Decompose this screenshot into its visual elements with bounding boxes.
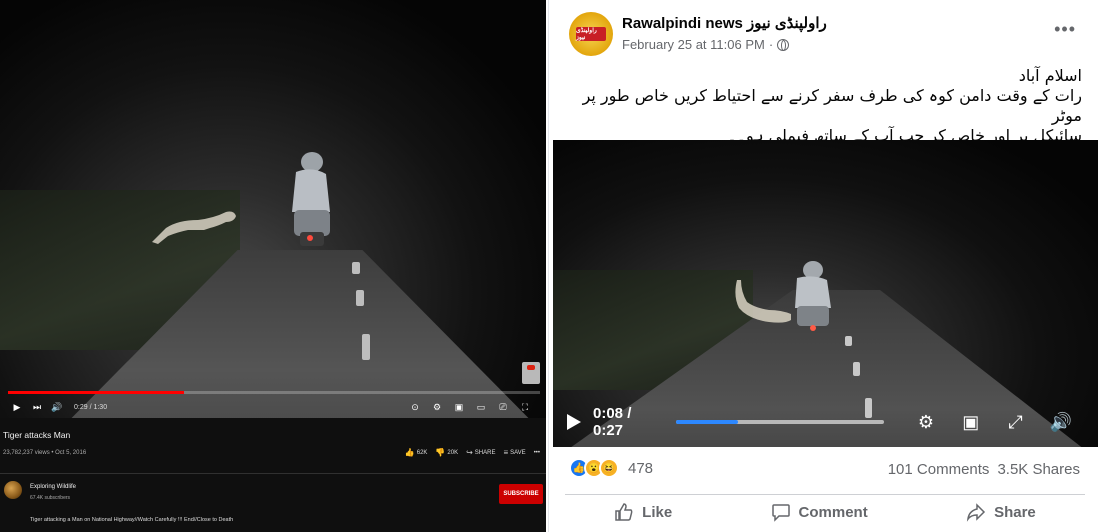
video-time: 0:08 / 0:27 [593,405,632,439]
thumbs-up-icon: 👍 [404,448,415,457]
post-meta: February 25 at 11:06 PM · [622,37,790,52]
globe-icon[interactable] [777,38,790,51]
video-title: Tiger attacks Man [3,430,71,440]
meta-separator: · [768,37,774,52]
video-progress-fill [8,391,184,394]
comment-button[interactable]: Comment [771,502,868,522]
share-label: SHARE [474,449,496,456]
share-arrow-icon: ↪ [466,448,473,457]
reactions-summary[interactable]: 👍 😮 😆 478 [569,458,653,478]
like-count: 62K [416,449,428,456]
motorcycle-rider [292,152,330,246]
youtube-video-player[interactable]: ▶ ⏭ 🔊 0:29 / 1:30 ⊙ ⚙ ▣ ▭ ⎚ ⛶ [0,0,546,418]
comment-count-link[interactable]: 101 Comments [888,461,990,478]
miniplayer-icon[interactable]: ▣ [452,400,466,414]
facebook-video-player[interactable]: 0:08 / 0:27 ⚙ ▣ ⤢ 🔊 [553,140,1098,447]
video-controls: 0:08 / 0:27 ⚙ ▣ ⤢ 🔊 [553,397,1098,447]
cast-icon[interactable]: ⎚ [496,400,510,414]
post-actions: Like Comment Share [565,502,1085,522]
share-label: Share [994,503,1036,521]
share-button[interactable]: Share [966,502,1036,522]
save-label: SAVE [510,449,526,456]
haha-reaction-icon: 😆 [599,458,619,478]
road-marking [362,334,370,360]
picture-in-picture-icon[interactable]: ▣ [960,411,981,433]
video-progress-bar[interactable] [675,420,884,424]
dislike-button[interactable]: 👎 20K [435,448,458,457]
fullscreen-icon[interactable]: ⛶ [518,400,532,414]
divider [565,494,1085,495]
comment-label: Comment [798,503,868,521]
engagement-stats: 101 Comments 3.5K Shares [888,461,1080,478]
reaction-count: 478 [628,459,654,477]
video-controls: ▶ ⏭ 🔊 0:29 / 1:30 ⊙ ⚙ ▣ ▭ ⎚ ⛶ [0,396,546,418]
youtube-screenshot: ▶ ⏭ 🔊 0:29 / 1:30 ⊙ ⚙ ▣ ▭ ⎚ ⛶ Tiger atta… [0,0,548,532]
more-actions-button[interactable]: ••• [534,450,540,456]
road-marking [853,362,860,376]
post-text: اسلام آباد رات کے وقت دامن کوہ کی طرف سف… [562,66,1082,146]
next-icon[interactable]: ⏭ [30,400,44,414]
play-icon[interactable] [567,414,581,430]
settings-gear-icon[interactable]: ⚙ [916,411,937,433]
like-button[interactable]: 👍 62K [405,448,428,457]
video-progress-fill [675,420,738,424]
video-progress-bar[interactable] [8,391,540,394]
page-avatar[interactable]: راولپنڈی نیوز [569,12,613,56]
like-label: Like [642,503,673,521]
channel-name[interactable]: Exploring Wildlife [30,484,76,490]
post-text-line: اسلام آباد [1018,66,1082,85]
road-marking [845,336,852,346]
comment-bubble-icon [771,504,790,522]
like-button[interactable]: Like [614,502,672,522]
post-text-line: رات کے وقت دامن کوہ کی طرف سفر کرنے سے ا… [582,86,1082,125]
divider [0,473,546,474]
video-description: Tiger attacking a Man on National Highwa… [30,517,234,523]
video-time: 0:29 / 1:30 [74,403,108,411]
play-icon[interactable]: ▶ [10,400,24,414]
thumbs-up-icon [615,503,633,521]
channel-avatar[interactable] [4,481,22,499]
volume-icon[interactable]: 🔊 [1050,411,1072,433]
theater-mode-icon[interactable]: ▭ [474,400,488,414]
avatar-badge: راولپنڈی نیوز [576,27,606,41]
settings-icon[interactable]: ⚙ [430,400,444,414]
post-timestamp[interactable]: February 25 at 11:06 PM [622,37,765,52]
more-options-icon[interactable]: ••• [1054,19,1076,40]
page-name[interactable]: Rawalpindi news راولپنڈی نیوز [622,14,827,32]
motorcycle-rider [795,261,831,331]
subscriber-count: 67.4K subscribers [30,495,71,501]
view-count-date: 23,782,237 views • Oct 5, 2016 [3,450,87,456]
tiger-figure [152,211,236,244]
channel-watermark [522,362,540,384]
playlist-add-icon: ≡ [503,448,509,457]
road-marking [356,290,364,306]
video-actions: 👍 62K 👎 20K ↪ SHARE ≡ SAVE ••• [405,448,540,457]
autoplay-toggle-icon[interactable]: ⊙ [408,400,422,414]
subscribe-button[interactable]: SUBSCRIBE [499,484,543,504]
facebook-post: راولپنڈی نیوز Rawalpindi news راولپنڈی ن… [548,0,1100,532]
road-marking [352,262,360,274]
share-count-link[interactable]: 3.5K Shares [997,461,1080,478]
share-arrow-icon [966,503,986,522]
thumbs-down-icon: 👎 [435,448,446,457]
save-button[interactable]: ≡ SAVE [503,448,525,457]
share-button[interactable]: ↪ SHARE [466,448,495,457]
dislike-count: 20K [447,449,459,456]
fullscreen-icon[interactable]: ⤢ [1005,411,1026,433]
volume-icon[interactable]: 🔊 [50,400,64,414]
